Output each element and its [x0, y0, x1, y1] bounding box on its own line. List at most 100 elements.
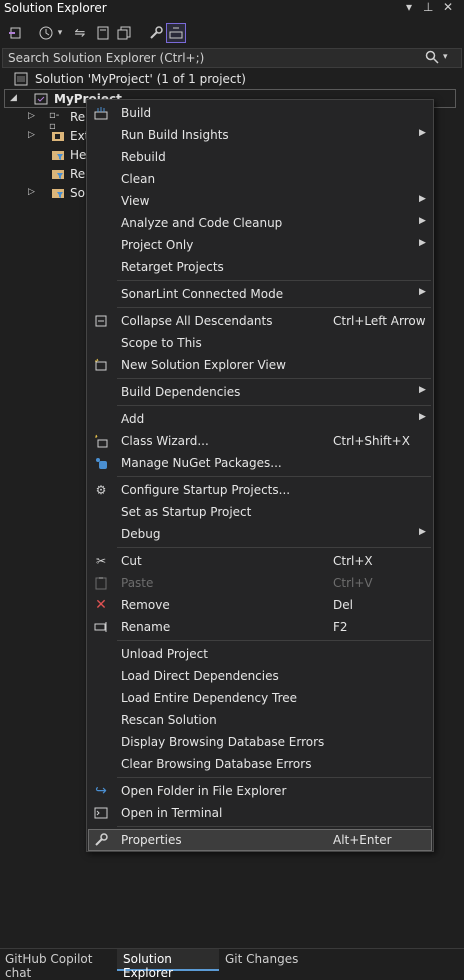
tab-git-changes[interactable]: Git Changes [219, 949, 299, 971]
menu-separator [117, 378, 431, 379]
menu-item-label: Clear Browsing Database Errors [121, 757, 312, 771]
close-icon[interactable]: ✕ [443, 0, 453, 14]
menu-item-run-build-insights[interactable]: Run Build Insights ▶ [88, 124, 432, 146]
menu-item-cut[interactable]: ✂ Cut Ctrl+X [88, 550, 432, 572]
menu-item-class-wizard[interactable]: Class Wizard... Ctrl+Shift+X [88, 430, 432, 452]
menu-item-unload-project[interactable]: Unload Project [88, 643, 432, 665]
sync-arrows-icon[interactable]: ⇋ [70, 23, 90, 43]
menu-item-label: Debug [121, 527, 161, 541]
menu-item-rename[interactable]: Rename F2 [88, 616, 432, 638]
menu-item-open-folder[interactable]: ↪ Open Folder in File Explorer [88, 780, 432, 802]
menu-item-clean[interactable]: Clean [88, 168, 432, 190]
menu-item-shortcut: Ctrl+X [333, 554, 373, 568]
submenu-arrow-icon: ▶ [419, 238, 426, 248]
tree-item-label: Re [70, 110, 86, 124]
pin-icon[interactable]: ⊥ [423, 0, 433, 14]
menu-item-scope-to-this[interactable]: Scope to This [88, 332, 432, 354]
tab-github-copilot-chat[interactable]: GitHub Copilot chat [0, 949, 117, 980]
menu-item-new-view[interactable]: New Solution Explorer View [88, 354, 432, 376]
menu-item-shortcut: Ctrl+Shift+X [333, 434, 410, 448]
menu-item-set-startup[interactable]: Set as Startup Project [88, 501, 432, 523]
menu-item-label: Unload Project [121, 647, 208, 661]
vs-sync-icon[interactable] [6, 23, 26, 43]
menu-item-open-terminal[interactable]: Open in Terminal [88, 802, 432, 824]
dropdown-icon[interactable]: ▾ [54, 23, 66, 43]
menu-item-label: Project Only [121, 238, 194, 252]
menu-item-shortcut: Alt+Enter [333, 833, 392, 847]
menu-item-label: Load Direct Dependencies [121, 669, 279, 683]
collapsed-arrow-icon[interactable]: ▷ [28, 111, 35, 121]
menu-item-label: Open in Terminal [121, 806, 223, 820]
menu-item-label: Manage NuGet Packages... [121, 456, 282, 470]
menu-item-label: View [121, 194, 150, 208]
search-options-dropdown-icon[interactable]: ▾ [443, 52, 448, 62]
history-icon[interactable] [36, 23, 56, 43]
submenu-arrow-icon: ▶ [419, 527, 426, 537]
submenu-arrow-icon: ▶ [419, 216, 426, 226]
menu-item-manage-nuget[interactable]: Manage NuGet Packages... [88, 452, 432, 474]
pages-icon[interactable] [94, 23, 114, 43]
menu-item-retarget[interactable]: Retarget Projects [88, 256, 432, 278]
copy-icon[interactable] [114, 23, 134, 43]
window-position-dropdown-icon[interactable]: ▾ [406, 0, 412, 14]
project-icon [34, 92, 48, 106]
menu-separator [117, 640, 431, 641]
menu-item-view[interactable]: View ▶ [88, 190, 432, 212]
collapsed-arrow-icon[interactable]: ▷ [28, 130, 35, 140]
scissors-icon: ✂ [95, 554, 107, 568]
menu-item-shortcut: Ctrl+Left Arrow [333, 314, 426, 328]
menu-item-display-db-errors[interactable]: Display Browsing Database Errors [88, 731, 432, 753]
menu-item-remove[interactable]: ✕ Remove Del [88, 594, 432, 616]
menu-item-project-only[interactable]: Project Only ▶ [88, 234, 432, 256]
menu-item-label: Paste [121, 576, 154, 590]
menu-item-rebuild[interactable]: Rebuild [88, 146, 432, 168]
solution-label: Solution 'MyProject' (1 of 1 project) [35, 72, 246, 86]
menu-item-add[interactable]: Add ▶ [88, 408, 432, 430]
menu-item-label: Display Browsing Database Errors [121, 735, 325, 749]
tree-item-label: So [70, 186, 85, 200]
menu-item-label: Rebuild [121, 150, 166, 164]
menu-item-analyze[interactable]: Analyze and Code Cleanup ▶ [88, 212, 432, 234]
menu-item-debug[interactable]: Debug ▶ [88, 523, 432, 545]
menu-item-rescan-solution[interactable]: Rescan Solution [88, 709, 432, 731]
menu-item-label: Set as Startup Project [121, 505, 252, 519]
menu-item-label: Build [121, 106, 152, 120]
menu-item-load-direct-deps[interactable]: Load Direct Dependencies [88, 665, 432, 687]
menu-item-label: Build Dependencies [121, 385, 241, 399]
class-wizard-icon [93, 433, 109, 449]
menu-item-load-entire-tree[interactable]: Load Entire Dependency Tree [88, 687, 432, 709]
search-icon[interactable] [425, 50, 439, 68]
tab-label: Solution Explorer [123, 952, 173, 980]
menu-item-shortcut: F2 [333, 620, 348, 634]
remove-icon: ✕ [95, 597, 107, 613]
gear-icon: ⚙ [95, 483, 107, 497]
preview-icon[interactable] [166, 23, 186, 43]
rename-icon [93, 619, 109, 635]
menu-item-label: Add [121, 412, 145, 426]
tree-item-solution[interactable]: Solution 'MyProject' (1 of 1 project) [0, 70, 464, 89]
new-view-icon [93, 357, 109, 373]
menu-item-clear-db-errors[interactable]: Clear Browsing Database Errors [88, 753, 432, 775]
menu-item-label: Run Build Insights [121, 128, 229, 142]
menu-item-label: SonarLint Connected Mode [121, 287, 284, 301]
collapsed-arrow-icon[interactable]: ▷ [28, 187, 35, 197]
tab-solution-explorer[interactable]: Solution Explorer [117, 949, 219, 980]
tab-label: GitHub Copilot chat [5, 952, 93, 980]
menu-item-label: Class Wizard... [121, 434, 209, 448]
menu-item-build-dependencies[interactable]: Build Dependencies ▶ [88, 381, 432, 403]
menu-item-label: Cut [121, 554, 142, 568]
wrench-icon[interactable] [146, 23, 166, 43]
menu-item-collapse-all[interactable]: Collapse All Descendants Ctrl+Left Arrow [88, 310, 432, 332]
menu-item-configure-startup[interactable]: ⚙ Configure Startup Projects... [88, 479, 432, 501]
menu-item-paste[interactable]: Paste Ctrl+V [88, 572, 432, 594]
menu-item-build[interactable]: Build [88, 102, 432, 124]
menu-item-sonarlint[interactable]: SonarLint Connected Mode ▶ [88, 283, 432, 305]
menu-item-properties[interactable]: Properties Alt+Enter [88, 829, 432, 851]
menu-item-label: Rescan Solution [121, 713, 217, 727]
menu-item-shortcut: Ctrl+V [333, 576, 373, 590]
submenu-arrow-icon: ▶ [419, 385, 426, 395]
solution-icon [14, 72, 28, 86]
menu-separator [117, 826, 431, 827]
search-input[interactable]: Search Solution Explorer (Ctrl+;) ▾ [2, 48, 462, 68]
expanded-arrow-icon[interactable]: ◢ [10, 93, 17, 103]
